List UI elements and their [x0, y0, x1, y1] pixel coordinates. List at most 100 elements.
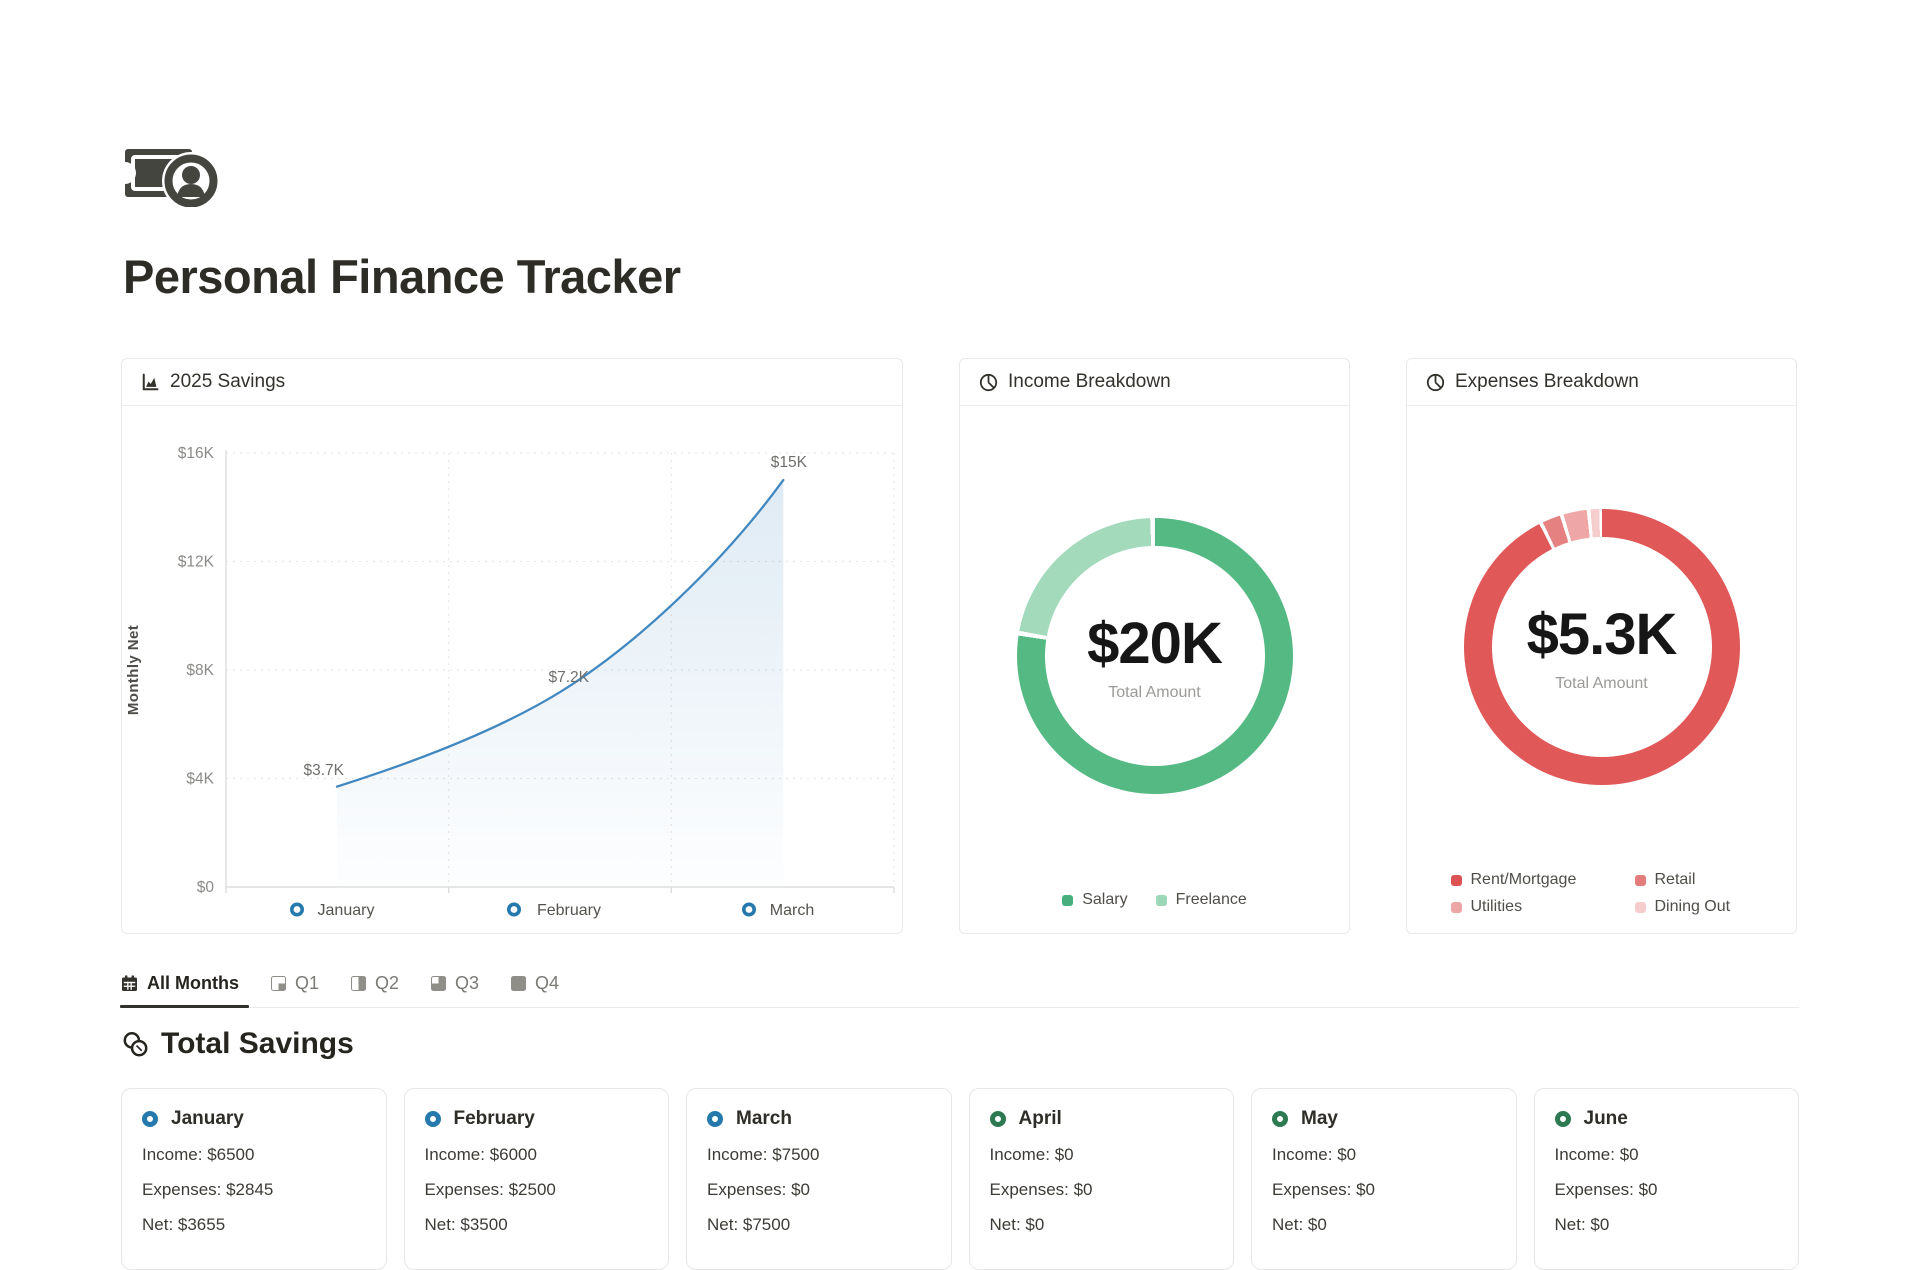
legend-item-rent[interactable]: Rent/Mortgage — [1451, 871, 1635, 889]
legend-label: Dining Out — [1655, 898, 1731, 916]
quarter-3-icon — [431, 976, 446, 991]
income-line: Income: $0 — [1272, 1145, 1496, 1165]
tab-label: All Months — [147, 973, 239, 994]
net-line: Net: $7500 — [707, 1215, 931, 1235]
y-axis-label: Monthly Net — [125, 625, 142, 715]
legend-item-utilities[interactable]: Utilities — [1451, 898, 1635, 916]
charts-row: 2025 Savings — [121, 358, 1799, 934]
pie-chart-icon — [1426, 373, 1445, 392]
expenses-line: Expenses: $0 — [1272, 1180, 1496, 1200]
legend-label: Salary — [1082, 891, 1127, 909]
expenses-line: Expenses: $0 — [707, 1180, 931, 1200]
y-tick: $16K — [178, 445, 215, 462]
month-name: February — [454, 1108, 535, 1130]
y-tick: $12K — [178, 554, 215, 571]
month-marker-icon — [707, 1111, 723, 1127]
rent-swatch-icon — [1451, 875, 1462, 886]
app-logo-banknote-icon — [124, 140, 1799, 207]
dining-swatch-icon — [1635, 902, 1646, 913]
expenses-total: $5.3K — [1527, 601, 1677, 668]
tab-q4[interactable]: Q4 — [511, 967, 561, 1007]
month-card-title: February — [425, 1108, 649, 1130]
expenses-breakdown-card: Expenses Breakdown $5.3K Total Amount Re… — [1406, 358, 1797, 934]
expenses-card-header: Expenses Breakdown — [1407, 359, 1796, 406]
month-card-may[interactable]: May Income: $0 Expenses: $0 Net: $0 — [1251, 1088, 1517, 1270]
expenses-card-title: Expenses Breakdown — [1455, 371, 1639, 393]
income-line: Income: $6000 — [425, 1145, 649, 1165]
month-card-title: March — [707, 1108, 931, 1130]
expenses-legend: Rent/Mortgage Retail Utilities Dining Ou… — [1407, 871, 1796, 916]
month-marker-icon — [1555, 1111, 1571, 1127]
legend-label: Rent/Mortgage — [1471, 871, 1577, 889]
expenses-line: Expenses: $0 — [990, 1180, 1214, 1200]
pie-chart-icon — [979, 373, 998, 392]
month-card-june[interactable]: June Income: $0 Expenses: $0 Net: $0 — [1534, 1088, 1800, 1270]
income-legend: Salary Freelance — [960, 891, 1349, 909]
month-cards-grid: January Income: $6500 Expenses: $2845 Ne… — [121, 1088, 1799, 1270]
utilities-swatch-icon — [1451, 902, 1462, 913]
month-name: April — [1019, 1108, 1062, 1130]
income-line: Income: $6500 — [142, 1145, 366, 1165]
y-tick: $0 — [197, 879, 215, 896]
income-breakdown-card: Income Breakdown $20K Total Amount Salar… — [959, 358, 1350, 934]
income-donut-wrap: $20K Total Amount — [1017, 518, 1293, 794]
x-label-march: March — [770, 902, 814, 919]
legend-item-dining[interactable]: Dining Out — [1635, 898, 1753, 916]
expenses-line: Expenses: $0 — [1555, 1180, 1779, 1200]
quarter-2-icon — [351, 976, 366, 991]
x-label-january: January — [318, 902, 375, 919]
tab-label: Q4 — [535, 973, 559, 994]
salary-swatch-icon — [1062, 895, 1073, 906]
month-marker-icon — [142, 1111, 158, 1127]
legend-item-salary[interactable]: Salary — [1062, 891, 1127, 909]
tab-q1[interactable]: Q1 — [271, 967, 321, 1007]
y-tick: $4K — [186, 771, 214, 788]
month-name: March — [736, 1108, 792, 1130]
month-name: May — [1301, 1108, 1338, 1130]
month-marker-icon — [425, 1111, 441, 1127]
tab-all-months[interactable]: All Months — [121, 967, 241, 1007]
net-line: Net: $3500 — [425, 1215, 649, 1235]
month-card-april[interactable]: April Income: $0 Expenses: $0 Net: $0 — [969, 1088, 1235, 1270]
month-card-march[interactable]: March Income: $7500 Expenses: $0 Net: $7… — [686, 1088, 952, 1270]
x-label-february: February — [537, 902, 601, 919]
expenses-line: Expenses: $2845 — [142, 1180, 366, 1200]
legend-label: Freelance — [1176, 891, 1247, 909]
month-marker-icon — [1272, 1111, 1288, 1127]
month-name: January — [171, 1108, 244, 1130]
tab-q2[interactable]: Q2 — [351, 967, 401, 1007]
month-card-february[interactable]: February Income: $6000 Expenses: $2500 N… — [404, 1088, 670, 1270]
area-chart-icon — [141, 373, 160, 392]
legend-item-retail[interactable]: Retail — [1635, 871, 1753, 889]
month-marker-icon — [990, 1111, 1006, 1127]
expenses-donut-center: $5.3K Total Amount — [1464, 509, 1740, 785]
x-axis-labels: January February March — [292, 902, 814, 919]
income-total-caption: Total Amount — [1108, 684, 1201, 702]
expenses-total-caption: Total Amount — [1555, 675, 1648, 693]
net-line: Net: $0 — [1555, 1215, 1779, 1235]
income-donut-center: $20K Total Amount — [1017, 518, 1293, 794]
january-marker-icon — [292, 904, 302, 914]
tab-q3[interactable]: Q3 — [431, 967, 481, 1007]
point-label-january: $3.7K — [303, 762, 344, 779]
total-savings-title: Total Savings — [161, 1027, 354, 1061]
savings-chart-card: 2025 Savings — [121, 358, 903, 934]
legend-label: Utilities — [1471, 898, 1523, 916]
tab-label: Q3 — [455, 973, 479, 994]
net-line: Net: $0 — [1272, 1215, 1496, 1235]
freelance-swatch-icon — [1156, 895, 1167, 906]
month-card-title: June — [1555, 1108, 1779, 1130]
coins-icon — [122, 1031, 149, 1058]
month-card-title: April — [990, 1108, 1214, 1130]
month-name: June — [1584, 1108, 1628, 1130]
savings-line-chart[interactable]: $16K $12K $8K $4K $0 Monthly Net $3.7K $… — [122, 406, 902, 933]
march-marker-icon — [744, 904, 754, 914]
expenses-donut-wrap: $5.3K Total Amount — [1464, 509, 1740, 785]
savings-card-header: 2025 Savings — [122, 359, 902, 406]
y-tick-labels: $16K $12K $8K $4K $0 — [178, 445, 215, 896]
quarter-4-icon — [511, 976, 526, 991]
month-card-january[interactable]: January Income: $6500 Expenses: $2845 Ne… — [121, 1088, 387, 1270]
legend-item-freelance[interactable]: Freelance — [1156, 891, 1247, 909]
point-label-march: $15K — [771, 454, 808, 471]
point-label-february: $7.2K — [548, 669, 589, 686]
